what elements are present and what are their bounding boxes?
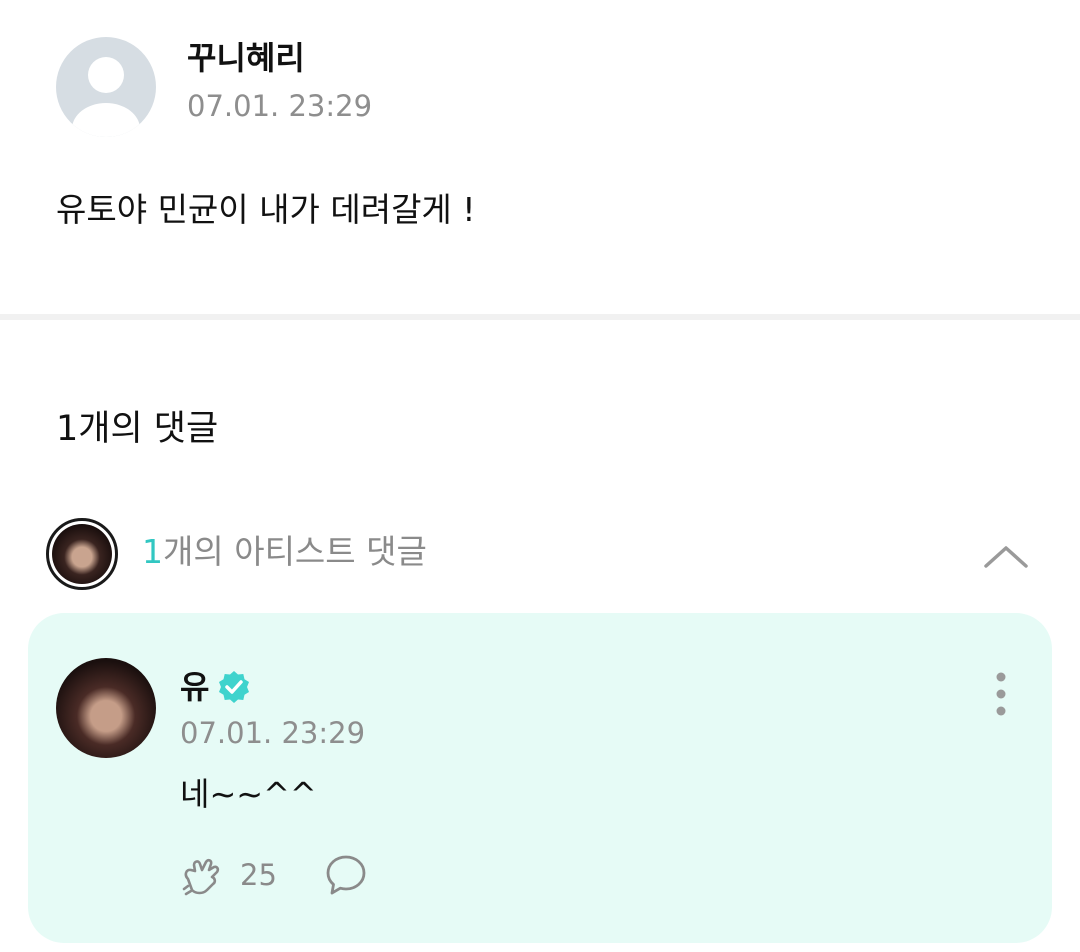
comment-timestamp: 07.01. 23:29 <box>180 716 366 750</box>
comments-count-heading: 1개의 댓글 <box>56 409 219 449</box>
post-author-name[interactable]: 꾸니혜리 <box>187 38 305 78</box>
artist-avatar-thumbnail <box>46 518 118 590</box>
like-hands-icon <box>182 858 220 896</box>
speech-bubble-icon[interactable] <box>324 853 368 897</box>
chevron-up-icon[interactable] <box>980 538 1032 574</box>
artist-comments-toggle[interactable]: 1개의 아티스트 댓글 <box>0 516 1080 592</box>
post-timestamp: 07.01. 23:29 <box>187 89 373 123</box>
comment-author-name[interactable]: 유 <box>180 667 209 707</box>
like-button[interactable]: 25 <box>180 853 277 897</box>
artist-avatar[interactable] <box>56 658 156 758</box>
artist-comments-count-number: 1 <box>142 532 163 571</box>
artist-comments-count[interactable]: 1개의 아티스트 댓글 <box>142 530 427 574</box>
artist-comments-count-text: 개의 아티스트 댓글 <box>163 532 427 571</box>
more-vertical-icon[interactable] <box>986 671 1016 717</box>
post-body-text: 유토야 민균이 내가 데려갈게 ! <box>56 190 476 229</box>
default-user-avatar-icon[interactable] <box>56 37 156 137</box>
like-count: 25 <box>240 858 277 892</box>
verified-badge-icon <box>219 671 250 703</box>
post: 꾸니혜리 07.01. 23:29 유토야 민균이 내가 데려갈게 ! <box>0 0 1080 314</box>
section-divider <box>0 314 1080 320</box>
artist-comment-card: 유 07.01. 23:29 네~~^^ 25 <box>28 613 1052 943</box>
comment-body-text: 네~~^^ <box>180 775 317 813</box>
comment-author[interactable]: 유 <box>180 667 251 707</box>
